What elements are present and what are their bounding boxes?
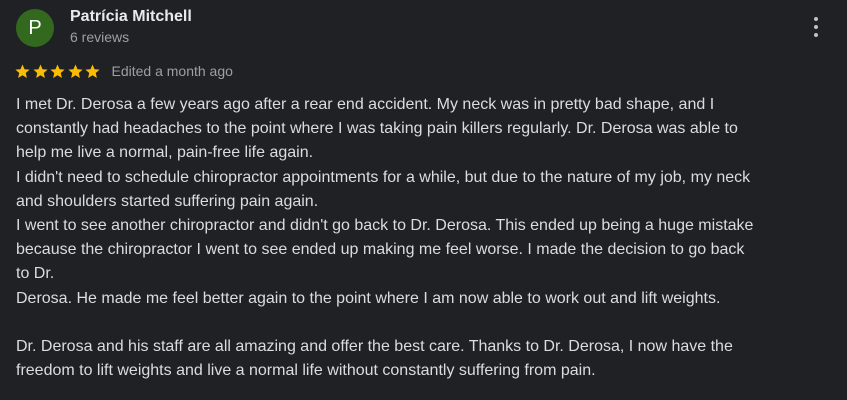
star-icon	[14, 63, 31, 80]
star-icon	[49, 63, 66, 80]
edited-timestamp: Edited a month ago	[111, 63, 233, 79]
review-text-line: I didn't need to schedule chiropractor a…	[16, 168, 751, 186]
review-text: I met Dr. Derosa a few years ago after a…	[16, 93, 836, 383]
avatar[interactable]: P	[16, 9, 54, 47]
star-icon	[32, 63, 49, 80]
more-vertical-icon	[814, 33, 818, 37]
review-text-line: I met Dr. Derosa a few years ago after a…	[16, 96, 715, 113]
rating-row: Edited a month ago	[14, 60, 233, 82]
review-text-line	[16, 311, 836, 335]
review-text-line: Derosa. He made me feel better again to …	[16, 289, 721, 307]
author-name[interactable]: Patrícia Mitchell	[70, 8, 192, 26]
review-text-line: constantly had headaches to the point wh…	[16, 120, 738, 138]
review-text-line: and shoulders started suffering pain aga…	[16, 192, 319, 210]
author-review-count[interactable]: 6 reviews	[70, 29, 129, 45]
star-rating	[14, 63, 102, 80]
review-text-line: because the chiropractor I went to see e…	[16, 241, 745, 259]
review-text-line: to Dr.	[16, 265, 55, 283]
star-icon	[67, 63, 84, 80]
review-card: P Patrícia Mitchell 6 reviews Edited a m…	[0, 0, 847, 400]
more-vertical-icon	[814, 17, 818, 21]
star-icon	[84, 63, 101, 80]
more-vertical-icon	[814, 25, 818, 29]
review-text-line: Dr. Derosa and his staff are all amazing…	[16, 338, 733, 356]
review-text-line: I went to see another chiropractor and d…	[16, 217, 754, 235]
more-options-button[interactable]	[806, 14, 826, 40]
review-text-line: help me live a normal, pain-free life ag…	[16, 144, 314, 162]
review-text-line: freedom to lift weights and live a norma…	[16, 362, 596, 380]
